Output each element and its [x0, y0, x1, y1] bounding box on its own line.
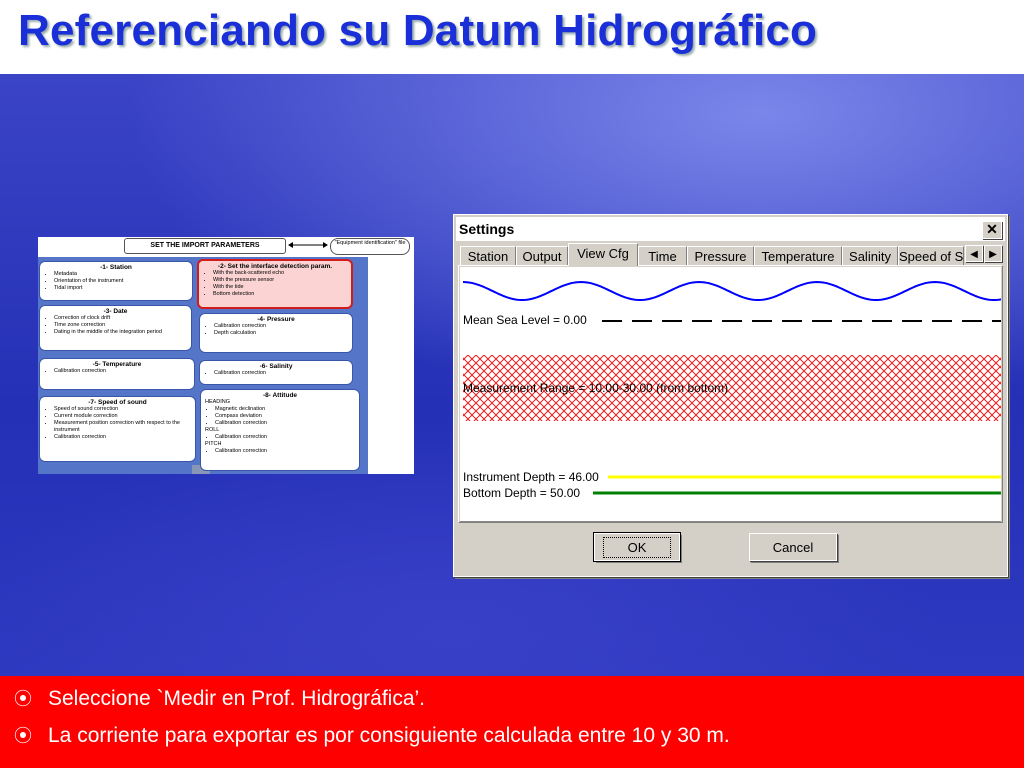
- date-box-title: -3- Date: [103, 308, 128, 315]
- date-box: -3- Date Correction of clock drift Time …: [39, 305, 192, 351]
- list-item: Compass deviation: [215, 413, 355, 420]
- attitude-box: -8- Attitude HEADING Magnetic declinatio…: [200, 389, 360, 471]
- list-item: With the back-scattered echo: [213, 270, 347, 277]
- list-item: Speed of sound correction: [54, 406, 191, 413]
- list-item: Correction of clock drift: [54, 315, 187, 322]
- instrument-depth-label: Instrument Depth = 46.00: [463, 470, 599, 484]
- tab-scroll-right-icon[interactable]: ▶: [984, 245, 1002, 262]
- tab-temperature[interactable]: Temperature: [754, 246, 842, 265]
- list-item: Tidal import: [54, 285, 188, 292]
- tab-view-cfg[interactable]: View Cfg: [568, 243, 638, 266]
- radio-bullet-icon: ⦿: [14, 726, 32, 746]
- list-item: Calibration correction: [215, 448, 355, 455]
- pressure-box-title: -4- Pressure: [257, 316, 295, 323]
- measurement-range-label: Measurement Range = 10.00-30.00 (from bo…: [463, 381, 729, 395]
- list-item: Time zone correction: [54, 322, 187, 329]
- list-item: Depth calculation: [214, 330, 348, 337]
- dialog-title-bar[interactable]: Settings ✕: [456, 217, 1005, 241]
- list-item: Calibration correction: [214, 370, 348, 377]
- list-item: With the tide: [213, 284, 347, 291]
- list-item: Bottom detection: [213, 291, 347, 298]
- list-item: Calibration correction: [54, 434, 191, 441]
- list-item: Calibration correction: [215, 420, 355, 427]
- tab-pressure[interactable]: Pressure: [687, 246, 754, 265]
- diagram-header: SET THE IMPORT PARAMETERS: [124, 238, 286, 254]
- view-configuration-canvas: Mean Sea Level = 0.00 Measurement Range …: [460, 267, 1001, 522]
- equipment-note: "Equipment identification" file: [330, 238, 410, 255]
- list-item: With the pressure sensor: [213, 277, 347, 284]
- double-arrow-icon: [288, 242, 328, 248]
- heading-label: HEADING: [205, 399, 231, 405]
- list-item: Dating in the middle of the integration …: [54, 329, 187, 336]
- temperature-box: -5- Temperature Calibration correction: [39, 358, 195, 390]
- station-box: -1- Station Metadata Orientation of the …: [39, 261, 193, 301]
- import-parameters-diagram: SET THE IMPORT PARAMETERS "Equipment ide…: [38, 237, 414, 474]
- view-cfg-panel: Mean Sea Level = 0.00 Measurement Range …: [458, 265, 1003, 523]
- close-icon[interactable]: ✕: [982, 221, 1002, 239]
- tab-station[interactable]: Station: [460, 246, 516, 265]
- list-item: Calibration correction: [54, 368, 190, 375]
- tab-strip: Station Output View Cfg Time Pressure Te…: [458, 243, 1003, 266]
- tab-output[interactable]: Output: [516, 246, 568, 265]
- tab-speed-of-sound[interactable]: Speed of S: [898, 246, 964, 265]
- ok-button-label: OK: [602, 537, 672, 558]
- temperature-box-title: -5- Temperature: [92, 361, 142, 368]
- list-item: Orientation of the instrument: [54, 278, 188, 285]
- speed-of-sound-box-title: -7- Speed of sound: [88, 399, 147, 406]
- pressure-box: -4- Pressure Calibration correction Dept…: [199, 313, 353, 353]
- tab-salinity[interactable]: Salinity: [842, 246, 898, 265]
- bullet-item: ⦿ Seleccione `Medir en Prof. Hidrográfica…: [14, 685, 425, 711]
- salinity-box: -6- Salinity Calibration correction: [199, 360, 353, 385]
- list-item: Calibration correction: [215, 434, 355, 441]
- bullet-text: La corriente para exportar es por consig…: [48, 724, 730, 747]
- attitude-box-title: -8- Attitude: [262, 392, 298, 399]
- station-box-title: -1- Station: [100, 264, 132, 271]
- roll-label: ROLL: [205, 427, 220, 433]
- settings-dialog: Settings ✕ Station Output View Cfg Time …: [453, 214, 1008, 577]
- list-item: Calibration correction: [214, 323, 348, 330]
- bullet-list: ⦿ Seleccione `Medir en Prof. Hidrográfica…: [0, 676, 1024, 768]
- radio-bullet-icon: ⦿: [14, 689, 32, 709]
- bullet-text: Seleccione `Medir en Prof. Hidrográfica’…: [48, 687, 425, 710]
- dialog-title: Settings: [459, 221, 515, 237]
- slide-title: Referenciando su Datum Hidrográfico: [18, 6, 818, 55]
- bullet-item: ⦿ La corriente para exportar es por consi…: [14, 722, 730, 748]
- cancel-button[interactable]: Cancel: [749, 533, 837, 561]
- tab-scroll-left-icon[interactable]: ◀: [965, 245, 983, 262]
- salinity-box-title: -6- Salinity: [259, 363, 293, 370]
- list-item: Current module correction: [54, 413, 191, 420]
- bottom-depth-label: Bottom Depth = 50.00: [463, 486, 581, 500]
- sea-surface-wave: [462, 280, 1001, 301]
- interface-box-title: -2- Set the interface detection param.: [217, 263, 333, 270]
- tab-time[interactable]: Time: [638, 246, 687, 265]
- interface-box: -2- Set the interface detection param. W…: [197, 259, 353, 309]
- pitch-label: PITCH: [205, 441, 222, 447]
- speed-of-sound-box: -7- Speed of sound Speed of sound correc…: [39, 396, 196, 462]
- list-item: Measurement position correction with res…: [54, 420, 191, 434]
- list-item: Magnetic declination: [215, 406, 355, 413]
- diagram-right-band: [368, 257, 414, 474]
- list-item: Metadata: [54, 271, 188, 278]
- ok-button[interactable]: OK: [593, 532, 681, 562]
- mean-sea-level-label: Mean Sea Level = 0.00: [463, 313, 587, 327]
